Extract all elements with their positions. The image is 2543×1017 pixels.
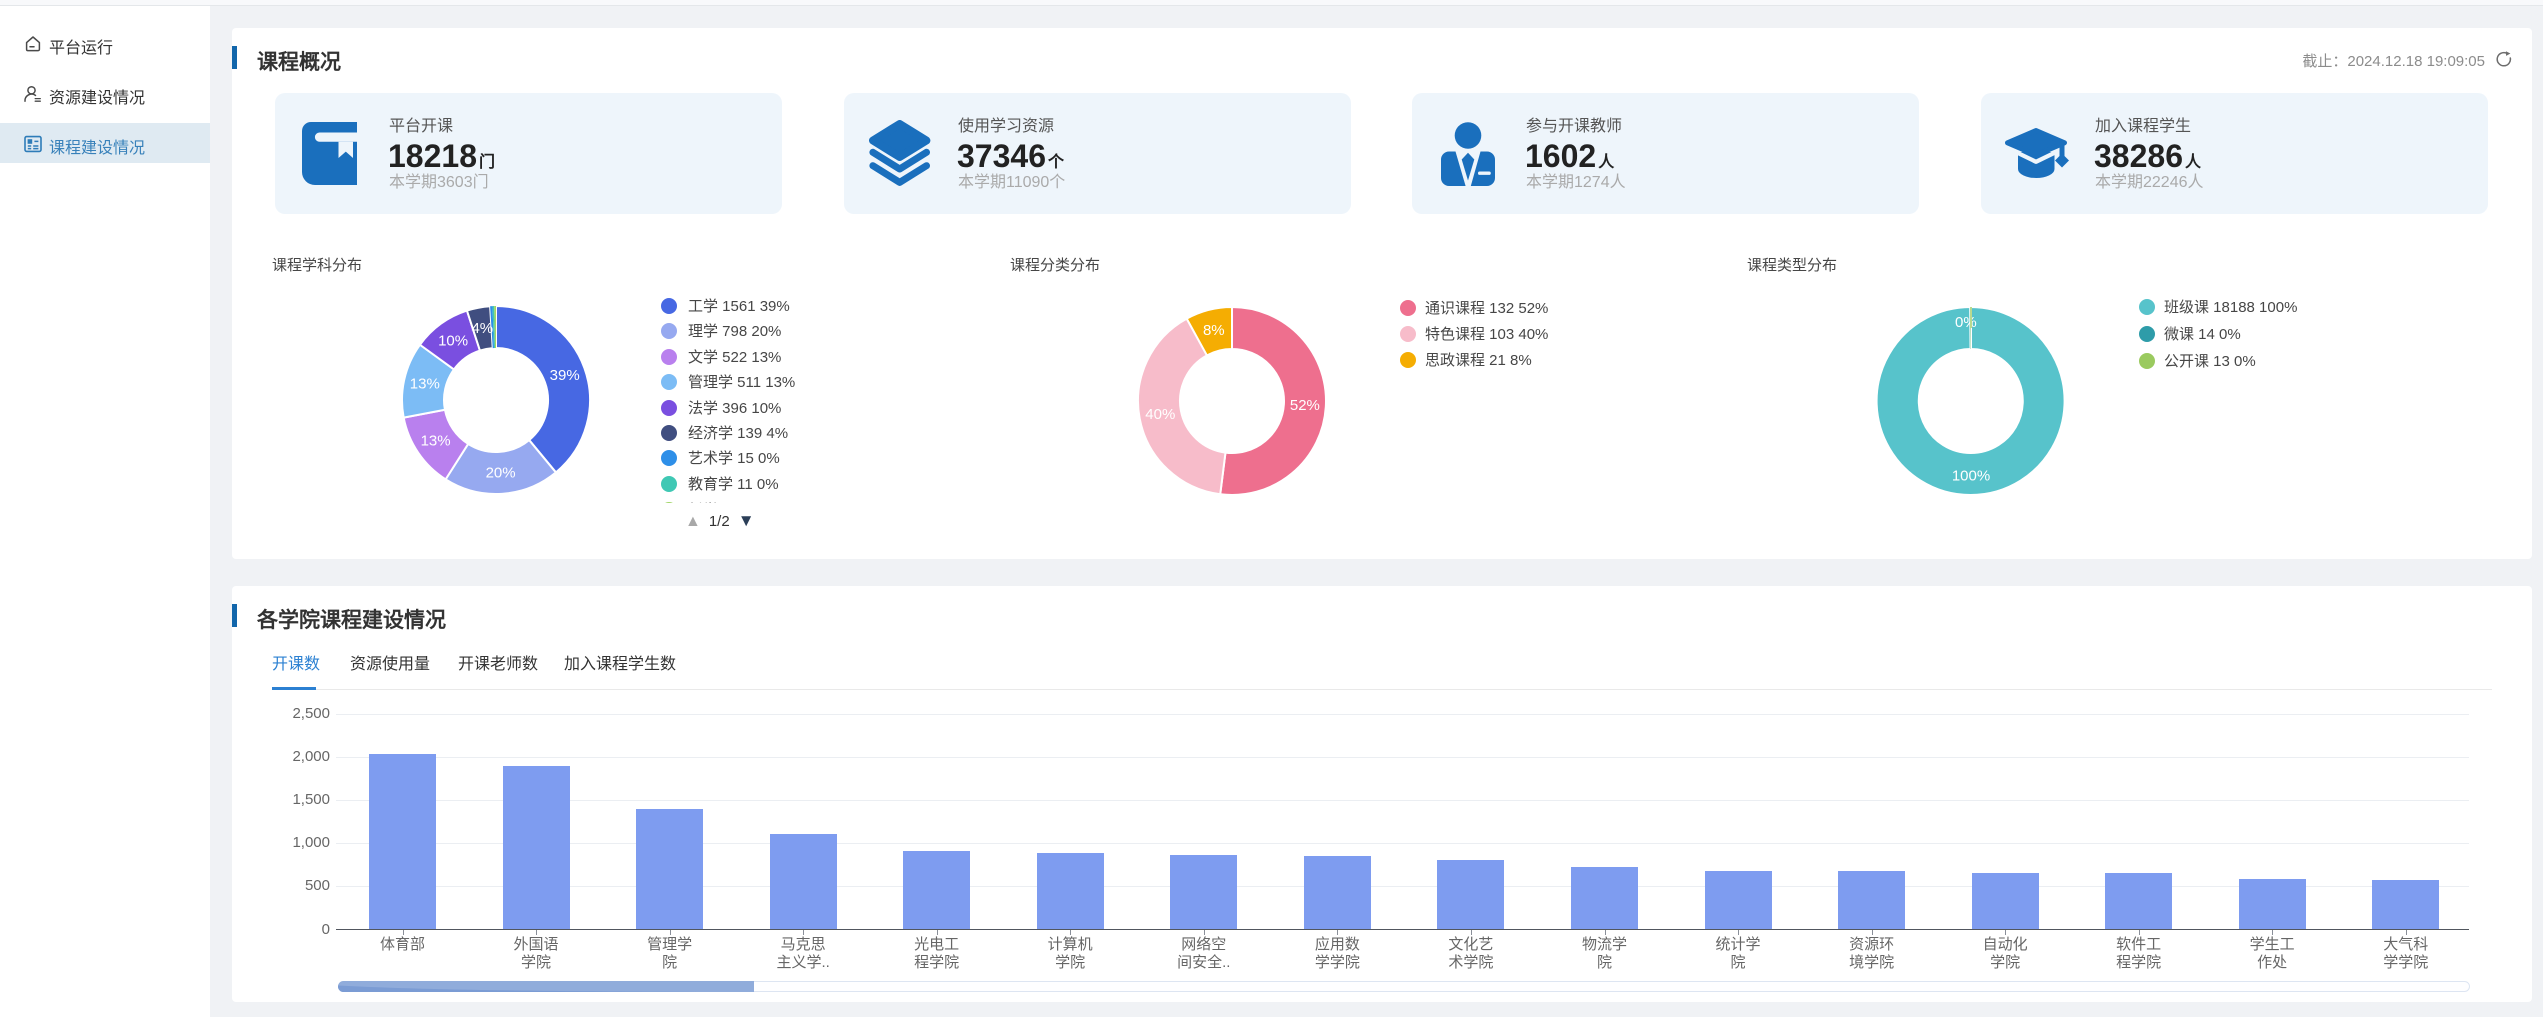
svg-text:13%: 13% [421,433,451,450]
svg-text:0%: 0% [1955,314,1977,331]
svg-text:52%: 52% [1290,397,1320,414]
svg-text:4%: 4% [471,320,493,337]
svg-text:40%: 40% [1145,406,1175,423]
svg-text:10%: 10% [438,332,468,349]
svg-text:13%: 13% [410,376,440,393]
svg-text:8%: 8% [1203,322,1225,339]
svg-text:39%: 39% [550,367,580,384]
svg-text:100%: 100% [1952,468,1990,485]
svg-text:20%: 20% [486,464,516,481]
